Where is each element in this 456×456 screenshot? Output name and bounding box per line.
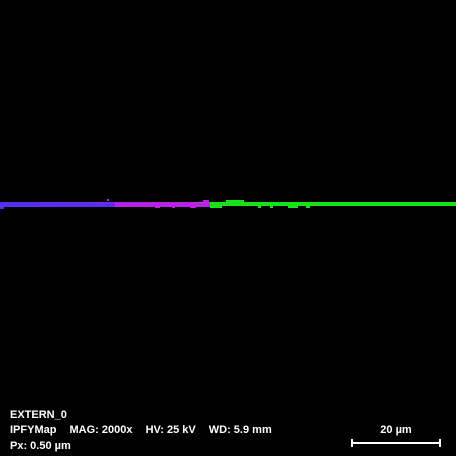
magnification-label: MAG: 2000x bbox=[69, 424, 133, 436]
scale-bar-label: 20 µm bbox=[380, 424, 412, 436]
file-name-label: EXTERN_0 bbox=[10, 409, 67, 421]
working-distance-label: WD: 5.9 mm bbox=[208, 424, 272, 436]
grain-speck-10 bbox=[288, 206, 298, 208]
ebsd-map-canvas bbox=[0, 199, 456, 209]
grain-speck-3 bbox=[172, 206, 175, 208]
grain-speck-11 bbox=[306, 206, 310, 208]
acquisition-parameters: IPFYMap MAG: 2000x HV: 25 kV WD: 5.9 mm bbox=[10, 424, 272, 437]
scale-bar-line bbox=[351, 439, 441, 447]
grain-speck-2 bbox=[155, 206, 160, 208]
high-voltage-label: HV: 25 kV bbox=[145, 424, 196, 436]
grain-speck-6 bbox=[226, 200, 244, 202]
scale-bar: 20 µm bbox=[350, 424, 442, 447]
map-type-label: IPFYMap bbox=[10, 424, 57, 436]
grain-speck-7 bbox=[210, 206, 222, 208]
grain-speck-9 bbox=[270, 206, 273, 208]
grain-band-left-tick bbox=[0, 206, 4, 209]
grain-speck-4 bbox=[190, 206, 196, 208]
grain-band-right bbox=[210, 202, 456, 206]
grain-speck-5 bbox=[203, 200, 209, 203]
grain-speck-8 bbox=[258, 206, 261, 208]
pixel-size-label: Px: 0.50 µm bbox=[10, 440, 71, 452]
ebsd-ipf-map-image bbox=[0, 0, 456, 456]
grain-speck-1 bbox=[107, 199, 109, 201]
